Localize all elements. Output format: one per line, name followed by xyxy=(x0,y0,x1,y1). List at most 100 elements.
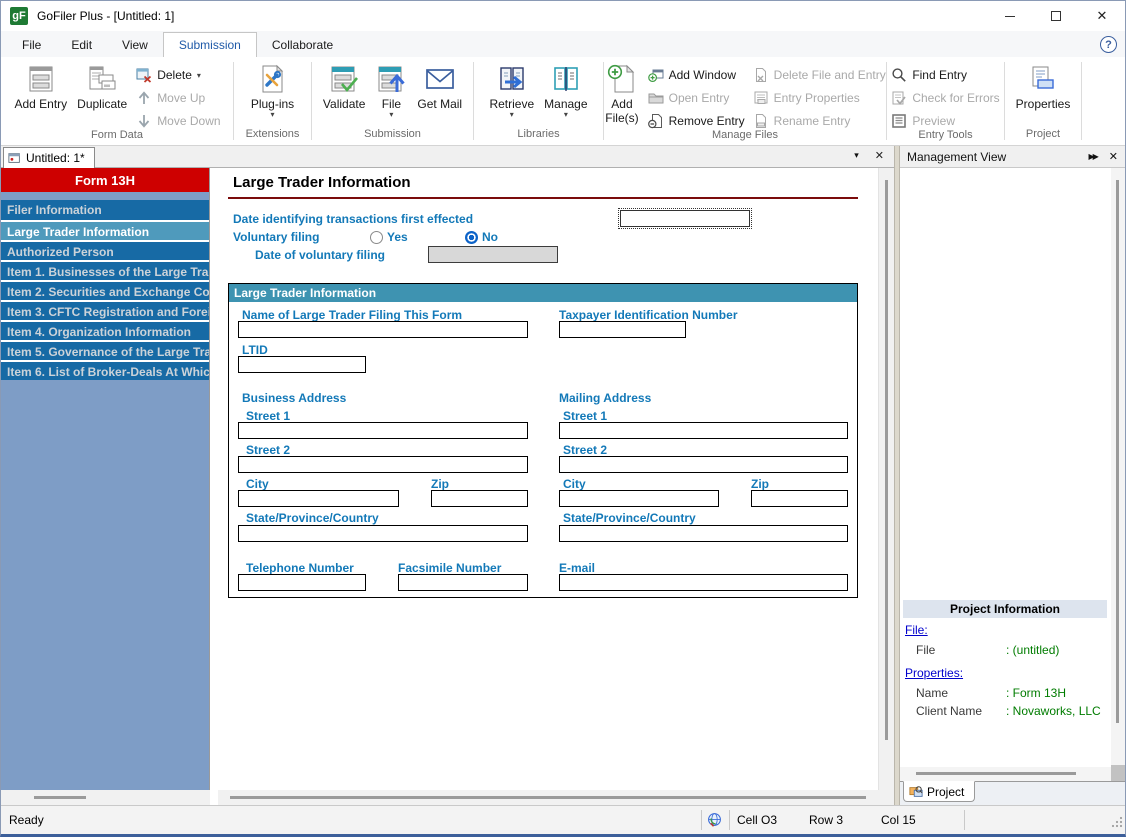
voluntary-yes-radio[interactable] xyxy=(370,231,383,244)
find-entry-button[interactable]: Find Entry xyxy=(891,67,999,83)
manage-library-button[interactable]: Manage ▾ xyxy=(539,61,592,120)
mailing-street2-input[interactable] xyxy=(559,456,848,473)
name-row-label: Name xyxy=(916,686,1006,700)
retrieve-button[interactable]: Retrieve ▾ xyxy=(484,61,539,120)
sidebar-item-item1[interactable]: Item 1. Businesses of the Large Tra xyxy=(1,260,209,280)
scrollbar-corner xyxy=(878,790,894,805)
properties-icon xyxy=(1027,63,1059,95)
help-button[interactable]: ? xyxy=(1100,36,1117,53)
form-vertical-scrollbar[interactable] xyxy=(878,168,894,790)
scrollbar-thumb[interactable] xyxy=(1116,180,1119,723)
panel-vertical-scrollbar[interactable] xyxy=(1111,168,1125,767)
voluntary-yes-label: Yes xyxy=(387,230,408,244)
date-voluntary-filing-input xyxy=(428,246,558,263)
get-mail-button[interactable]: Get Mail xyxy=(412,61,467,113)
retrieve-library-icon xyxy=(496,63,528,95)
management-view-panel: Management View ▶▶ ✕ Project Information… xyxy=(900,146,1125,805)
menu-collaborate[interactable]: Collaborate xyxy=(257,33,348,57)
panel-horizontal-scrollbar[interactable] xyxy=(900,767,1111,781)
sidebar-horizontal-scrollbar[interactable] xyxy=(1,790,210,805)
scrollbar-thumb[interactable] xyxy=(885,180,888,740)
sidebar-item-item3[interactable]: Item 3. CFTC Registration and Foreig xyxy=(1,300,209,320)
move-up-button: Move Up xyxy=(136,90,220,106)
maximize-button[interactable] xyxy=(1033,1,1079,31)
remove-entry-button[interactable]: Remove Entry xyxy=(648,113,745,129)
add-files-button[interactable]: Add File(s) xyxy=(600,61,643,127)
business-zip-input[interactable] xyxy=(431,490,528,507)
check-for-errors-label: Check for Errors xyxy=(912,91,999,105)
duplicate-button[interactable]: Duplicate xyxy=(72,61,132,113)
mailing-street1-input[interactable] xyxy=(559,422,848,439)
mailing-state-input[interactable] xyxy=(559,525,848,542)
find-entry-label: Find Entry xyxy=(912,68,967,82)
form-editor: Large Trader Information Date identifyin… xyxy=(210,168,878,790)
name-label: Name of Large Trader Filing This Form xyxy=(242,308,462,322)
sidebar-item-authorized-person[interactable]: Authorized Person xyxy=(1,240,209,260)
add-window-button[interactable]: Add Window xyxy=(648,67,745,83)
retrieve-label: Retrieve xyxy=(489,97,534,111)
sidebar-item-filer-information[interactable]: Filer Information xyxy=(1,200,209,220)
add-entry-button[interactable]: Add Entry xyxy=(9,61,72,113)
facsimile-input[interactable] xyxy=(398,574,528,591)
resize-grip[interactable] xyxy=(1110,815,1123,831)
scrollbar-thumb[interactable] xyxy=(916,772,1076,775)
dropdown-caret-icon: ▾ xyxy=(564,111,568,118)
sidebar-item-item2[interactable]: Item 2. Securities and Exchange Co xyxy=(1,280,209,300)
client-row: Client Name Novaworks, LLC xyxy=(903,704,1107,718)
telephone-label: Telephone Number xyxy=(246,561,354,575)
name-input[interactable] xyxy=(238,321,528,338)
duplicate-label: Duplicate xyxy=(77,97,127,111)
business-street1-input[interactable] xyxy=(238,422,528,439)
mailing-zip-input[interactable] xyxy=(751,490,848,507)
form-navigation-sidebar: Form 13H Filer Information Large Trader … xyxy=(1,168,210,790)
menu-submission[interactable]: Submission xyxy=(163,32,257,57)
menu-view[interactable]: View xyxy=(107,33,163,57)
document-tab[interactable]: Untitled: 1* xyxy=(3,147,95,168)
dropdown-caret-icon: ▾ xyxy=(389,111,393,118)
email-input[interactable] xyxy=(559,574,848,591)
file-link[interactable]: File: xyxy=(905,623,928,637)
sidebar-item-large-trader-information[interactable]: Large Trader Information xyxy=(1,220,209,240)
magnifier-icon xyxy=(891,67,907,83)
minimize-button[interactable] xyxy=(987,1,1033,31)
add-window-label: Add Window xyxy=(669,68,736,82)
rename-entry-label: Rename Entry xyxy=(774,114,851,128)
date-first-effected-input[interactable] xyxy=(620,210,750,227)
properties-button[interactable]: Properties xyxy=(1011,61,1076,113)
project-tab[interactable]: Project xyxy=(903,781,975,802)
telephone-input[interactable] xyxy=(238,574,366,591)
scrollbar-thumb[interactable] xyxy=(230,796,866,799)
project-information: Project Information File: File (untitled… xyxy=(903,600,1107,722)
menu-edit[interactable]: Edit xyxy=(56,33,107,57)
menu-file[interactable]: File xyxy=(7,33,56,57)
sidebar-item-item6[interactable]: Item 6. List of Broker-Deals At Whic xyxy=(1,360,209,380)
close-button[interactable]: ✕ xyxy=(1079,1,1125,31)
status-col: Col 15 xyxy=(881,813,916,827)
status-row: Row 3 xyxy=(809,813,843,827)
collapse-panel-icon[interactable]: ▶▶ xyxy=(1088,152,1096,161)
business-city-input[interactable] xyxy=(238,490,399,507)
ltid-input[interactable] xyxy=(238,356,366,373)
voluntary-no-radio[interactable] xyxy=(465,231,478,244)
sidebar-item-item5[interactable]: Item 5. Governance of the Large Tra xyxy=(1,340,209,360)
remove-entry-icon xyxy=(648,113,664,129)
entry-tools-group-label: Entry Tools xyxy=(887,129,1004,145)
business-state-input[interactable] xyxy=(238,525,528,542)
properties-link[interactable]: Properties: xyxy=(905,666,963,680)
validate-button[interactable]: Validate xyxy=(318,61,370,113)
sidebar-item-item4[interactable]: Item 4. Organization Information xyxy=(1,320,209,340)
form-horizontal-scrollbar[interactable] xyxy=(218,790,878,805)
tab-list-caret-icon[interactable]: ▾ xyxy=(854,150,859,161)
delete-button[interactable]: Delete ▾ xyxy=(136,67,220,83)
business-street1-label: Street 1 xyxy=(246,409,290,423)
tin-input[interactable] xyxy=(559,321,686,338)
close-panel-icon[interactable]: ✕ xyxy=(1109,150,1118,163)
move-up-label: Move Up xyxy=(157,91,205,105)
dropdown-caret-icon: ▾ xyxy=(270,111,274,118)
plug-ins-button[interactable]: Plug-ins ▾ xyxy=(246,61,299,120)
mailing-city-input[interactable] xyxy=(559,490,719,507)
file-submission-button[interactable]: File ▾ xyxy=(370,61,412,120)
close-document-icon[interactable]: ✕ xyxy=(875,149,884,162)
scrollbar-thumb[interactable] xyxy=(34,796,86,799)
business-street2-input[interactable] xyxy=(238,456,528,473)
